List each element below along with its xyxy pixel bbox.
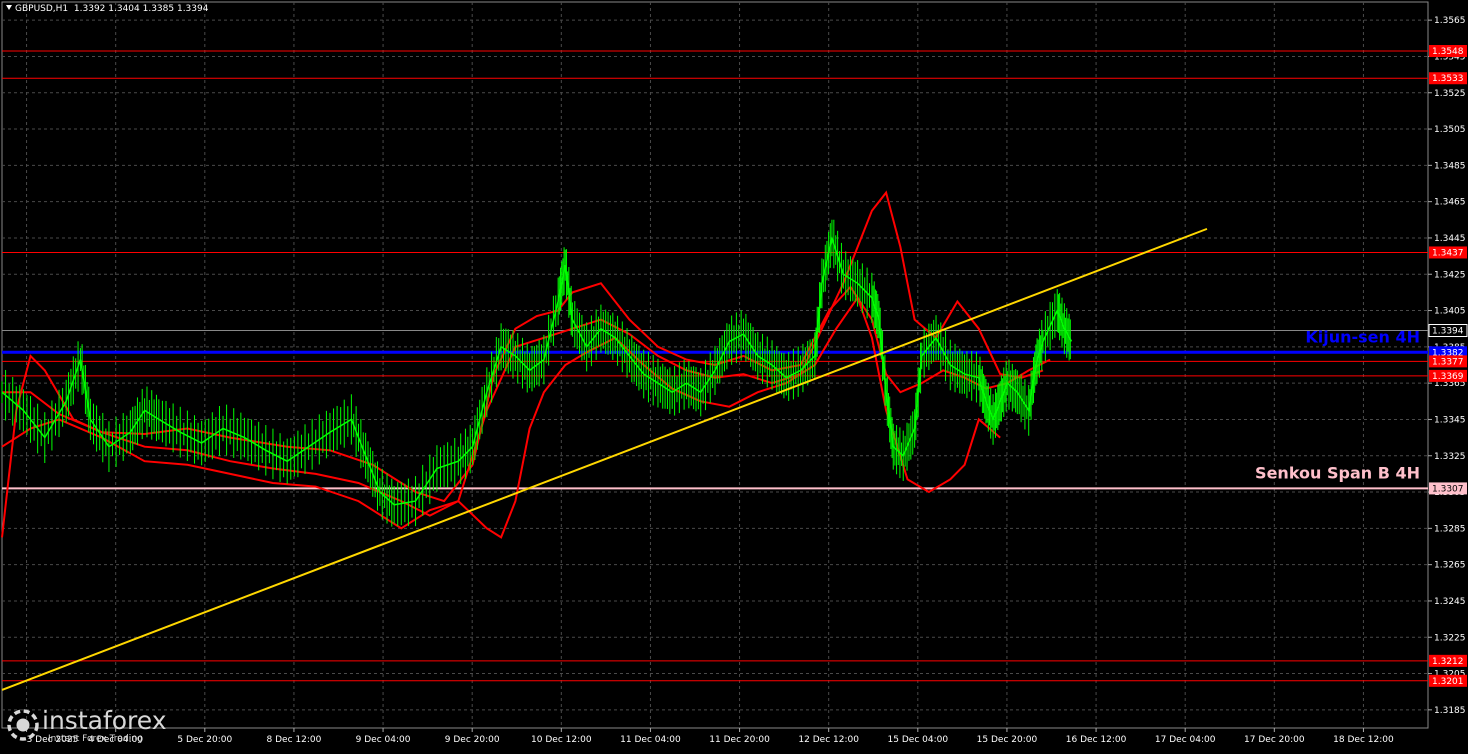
senkou-annotation: Senkou Span B 4H bbox=[1255, 463, 1420, 482]
x-tick-label: 9 Dec 20:00 bbox=[445, 735, 500, 745]
chart-area: 1.3565 1.3545 1.3525 1.3505 1.3485 1.3465 1.34… bbox=[0, 0, 1468, 750]
level-price-label: 1.3201 bbox=[1432, 677, 1464, 687]
menu-triangle-icon[interactable] bbox=[6, 5, 12, 10]
y-tick-label: 1.3505 bbox=[1434, 125, 1466, 135]
chart-header: GBPUSD,H1 1.3392 1.3404 1.3385 1.3394 bbox=[6, 4, 208, 14]
y-tick-label: 1.3185 bbox=[1434, 706, 1466, 716]
y-tick-label: 1.3285 bbox=[1434, 524, 1466, 534]
x-tick-label: 10 Dec 12:00 bbox=[531, 735, 592, 745]
y-tick-label: 1.3225 bbox=[1434, 633, 1466, 643]
y-tick-label: 1.3405 bbox=[1434, 307, 1466, 317]
y-tick-label: 1.3565 bbox=[1434, 16, 1466, 26]
x-tick-label: 11 Dec 04:00 bbox=[620, 735, 681, 745]
x-tick-label: 15 Dec 04:00 bbox=[888, 735, 949, 745]
symbol-label: GBPUSD,H1 bbox=[15, 4, 69, 14]
x-tick-label: 18 Dec 12:00 bbox=[1333, 735, 1394, 745]
level-price-label: 1.3212 bbox=[1432, 657, 1464, 667]
level-price-label: 1.3377 bbox=[1432, 357, 1464, 367]
instaforex-logo: instaforex Instant Forex Trading bbox=[4, 706, 180, 746]
price-chart: 1.35651.35451.35251.35051.34851.34651.34… bbox=[1, 1, 1468, 745]
y-tick-label: 1.3345 bbox=[1434, 415, 1466, 425]
x-tick-label: 16 Dec 12:00 bbox=[1066, 735, 1127, 745]
level-price-label: 1.3533 bbox=[1432, 74, 1464, 84]
x-tick-label: 12 Dec 12:00 bbox=[798, 735, 859, 745]
y-tick-label: 1.3325 bbox=[1434, 452, 1466, 462]
logo-tagline: Instant Forex Trading bbox=[48, 734, 143, 744]
x-tick-label: 15 Dec 20:00 bbox=[977, 735, 1038, 745]
x-tick-label: 9 Dec 04:00 bbox=[356, 735, 411, 745]
y-tick-label: 1.3485 bbox=[1434, 161, 1466, 171]
current-price-label: 1.3394 bbox=[1432, 327, 1464, 337]
y-tick-label: 1.3445 bbox=[1434, 234, 1466, 244]
level-price-label: 1.3307 bbox=[1432, 484, 1464, 494]
x-tick-label: 17 Dec 20:00 bbox=[1244, 735, 1305, 745]
y-tick-label: 1.3265 bbox=[1434, 561, 1466, 571]
kijun-annotation: Kijun-sen 4H bbox=[1305, 327, 1420, 346]
x-tick-label: 11 Dec 20:00 bbox=[709, 735, 770, 745]
logo-brand: instaforex bbox=[42, 706, 167, 735]
x-tick-label: 5 Dec 20:00 bbox=[177, 735, 232, 745]
level-price-label: 1.3369 bbox=[1432, 372, 1464, 382]
ohlc-values: 1.3392 1.3404 1.3385 1.3394 bbox=[73, 4, 209, 14]
x-tick-label: 17 Dec 04:00 bbox=[1155, 735, 1216, 745]
x-tick-label: 8 Dec 12:00 bbox=[267, 735, 322, 745]
y-tick-label: 1.3425 bbox=[1434, 270, 1466, 280]
y-tick-label: 1.3525 bbox=[1434, 89, 1466, 99]
y-tick-label: 1.3245 bbox=[1434, 597, 1466, 607]
level-price-label: 1.3437 bbox=[1432, 248, 1464, 258]
level-price-label: 1.3548 bbox=[1432, 47, 1464, 57]
logo-mark-icon bbox=[7, 709, 39, 741]
y-tick-label: 1.3465 bbox=[1434, 198, 1466, 208]
